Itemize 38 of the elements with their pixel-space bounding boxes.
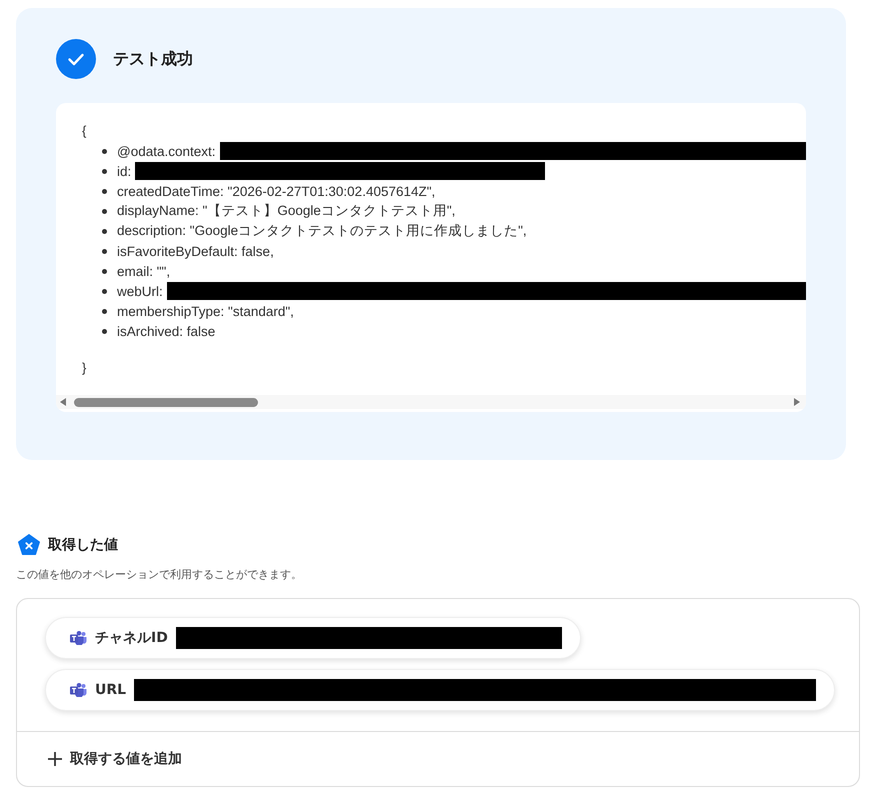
bullet-icon bbox=[102, 208, 107, 214]
bullet-icon bbox=[102, 228, 107, 234]
value-chip[interactable]: URL bbox=[45, 669, 836, 711]
bullet-icon bbox=[102, 188, 107, 194]
people-icon bbox=[70, 683, 87, 697]
bullet-icon bbox=[102, 168, 107, 174]
code-line: displayName: "【テスト】Googleコンタクトテスト用", bbox=[117, 202, 456, 220]
code-line: email: "", bbox=[117, 264, 170, 278]
bullet-icon bbox=[102, 268, 107, 274]
open-brace: { bbox=[82, 122, 88, 140]
bullet-icon bbox=[102, 248, 107, 254]
add-value-button[interactable]: 取得する値を追加 bbox=[48, 750, 182, 768]
code-line: id: bbox=[117, 164, 132, 178]
code-line: membershipType: "standard", bbox=[117, 304, 294, 318]
bullet-icon bbox=[102, 328, 107, 334]
value-label: URL bbox=[95, 682, 126, 698]
code-line: description: "Googleコンタクトテストのテスト用に作成しました", bbox=[117, 222, 527, 240]
check-icon bbox=[56, 39, 96, 79]
scroll-right-icon[interactable] bbox=[794, 398, 800, 406]
code-line: isArchived: false bbox=[117, 324, 216, 338]
section-title: 取得した値 bbox=[48, 536, 118, 554]
value-chip[interactable]: チャネルID bbox=[45, 617, 581, 659]
bullet-icon bbox=[102, 148, 107, 154]
close-brace: } bbox=[82, 359, 88, 377]
section-description: この値を他のオペレーションで利用することができます。 bbox=[16, 567, 303, 582]
value-label: チャネルID bbox=[95, 629, 168, 647]
scrollbar-thumb[interactable] bbox=[74, 398, 258, 406]
plus-icon bbox=[48, 752, 62, 766]
bullet-icon bbox=[102, 288, 107, 294]
code-line: createdDateTime: "2026-02-27T01:30:02.4057614Z", bbox=[117, 184, 436, 198]
code-line: isFavoriteByDefault: false, bbox=[117, 244, 274, 258]
scroll-left-icon[interactable] bbox=[60, 398, 66, 406]
code-line: webUrl: bbox=[117, 284, 163, 298]
result-title: テスト成功 bbox=[113, 48, 193, 70]
bullet-icon bbox=[102, 308, 107, 314]
code-line: @odata.context: bbox=[117, 144, 216, 158]
people-icon bbox=[70, 631, 87, 645]
horizontal-scrollbar[interactable] bbox=[56, 395, 806, 409]
